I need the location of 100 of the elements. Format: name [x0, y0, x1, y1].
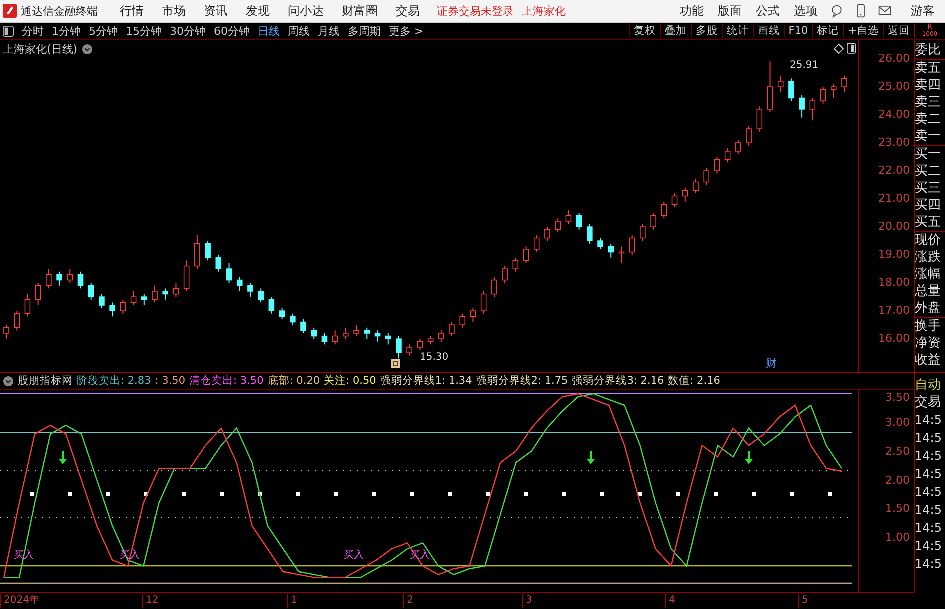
candlestick	[152, 285, 158, 304]
auto-button[interactable]: 自动	[915, 377, 945, 394]
period-tab[interactable]: 周线	[284, 24, 314, 38]
panel-icon[interactable]	[847, 43, 856, 54]
price-tick: 20.00	[878, 219, 910, 236]
candlestick	[279, 308, 286, 320]
chat-icon[interactable]	[830, 4, 844, 18]
quote-label: 委比	[915, 42, 945, 60]
period-tab[interactable]: 60分钟	[210, 24, 254, 38]
toolbar-button[interactable]: +自选	[843, 24, 883, 38]
period-tab[interactable]: 15分钟	[122, 24, 166, 38]
menu-item[interactable]: 财富圈	[333, 2, 387, 20]
candlestick	[406, 344, 412, 356]
period-tab[interactable]: 1分钟	[48, 24, 85, 38]
candlestick	[566, 210, 572, 225]
indicator-tick: 3.50	[886, 390, 910, 406]
candlestick	[820, 86, 826, 104]
login-notice[interactable]: 证券交易未登录	[437, 4, 514, 18]
price-tick: 18.00	[878, 275, 910, 292]
toolbar-button[interactable]: 复权	[628, 24, 660, 38]
period-tab[interactable]: 月线	[314, 24, 344, 38]
candlestick	[184, 260, 190, 292]
menu-item[interactable]: 市场	[153, 2, 195, 20]
candlestick	[173, 282, 180, 298]
date-label: 1	[287, 594, 298, 608]
toolbar-button[interactable]: 多股	[690, 24, 722, 38]
candlestick	[374, 330, 381, 342]
menu-item[interactable]: 公式	[749, 2, 787, 20]
candlestick	[300, 318, 306, 334]
indicator-readout: 强弱分界线3: 2.16	[572, 374, 664, 388]
indicator-name: 股朋指标网	[18, 374, 73, 388]
down-arrow-icon	[59, 452, 67, 465]
candlestick	[438, 330, 444, 342]
square-marker-icon[interactable]	[391, 359, 401, 369]
toolbar-button[interactable]: 画线	[752, 24, 784, 38]
candlestick	[512, 257, 519, 272]
menu-item[interactable]: 功能	[673, 2, 711, 20]
candlestick	[756, 106, 763, 132]
period-tab[interactable]: 更多 >	[385, 24, 428, 38]
trade-time: 14:5	[915, 430, 943, 447]
down-arrow-icon	[745, 452, 753, 465]
diamond-icon[interactable]	[834, 44, 844, 54]
phone-icon[interactable]	[854, 4, 868, 18]
mail-icon[interactable]	[878, 4, 892, 18]
candlestick	[492, 276, 498, 298]
toolbar-button[interactable]: F10	[784, 25, 812, 37]
indicator-tick: 1.00	[886, 530, 910, 546]
quote-label: 换手	[915, 318, 942, 335]
candlestick	[142, 294, 148, 306]
candlestick	[830, 84, 837, 99]
period-tab[interactable]: 多周期	[344, 24, 385, 38]
candlestick	[35, 282, 42, 306]
menu-item[interactable]: 发现	[237, 2, 279, 20]
candlestick	[322, 332, 328, 346]
indicator-readout: 清仓卖出: 3.50	[190, 374, 264, 388]
panel-toggle-icon[interactable]	[3, 26, 14, 36]
menu-item[interactable]: 版面	[711, 2, 749, 20]
candlestick	[778, 75, 784, 94]
indicator-readout: 阶段卖出: 2.83	[77, 374, 152, 388]
menu-item[interactable]: 问小达	[279, 2, 333, 20]
down-arrow-icon	[587, 452, 595, 465]
candlestick	[534, 234, 540, 253]
candlestick	[88, 282, 94, 300]
trade-time: 14:5	[915, 502, 943, 519]
candlestick	[682, 187, 688, 202]
toolbar-button[interactable]: 统计	[722, 24, 753, 38]
date-label: 12	[142, 594, 159, 608]
app-title: 通达信金融终端	[21, 4, 98, 18]
menu-item[interactable]: 选项	[787, 2, 825, 20]
indicator-tick: 2.50	[886, 444, 910, 460]
buy-signal-label: 买入	[344, 548, 364, 562]
candlestick	[810, 98, 816, 122]
candlestick	[724, 148, 731, 164]
price-tick: 23.00	[878, 135, 910, 152]
indicator-icon[interactable]	[3, 376, 14, 387]
quote-label: 卖二	[915, 111, 942, 128]
user-label[interactable]: 游客	[897, 2, 945, 20]
trade-time: 14:5	[915, 412, 943, 429]
period-tab[interactable]: 5分钟	[85, 24, 122, 38]
price-tick: 22.00	[878, 163, 910, 180]
menu-item[interactable]: 行情	[111, 2, 153, 20]
trade-time: 14:5	[915, 556, 943, 573]
price-tick: 25.00	[878, 79, 910, 96]
toolbar-button[interactable]: 叠加	[660, 24, 691, 38]
trade-time: 14:5	[915, 484, 943, 501]
toolbar-button[interactable]: 标记	[812, 24, 844, 38]
quote-label: 卖四	[915, 77, 942, 94]
candlestick	[544, 226, 550, 242]
menu-item[interactable]: 资讯	[195, 2, 237, 20]
period-tab[interactable]: 30分钟	[166, 24, 210, 38]
candlestick	[598, 238, 604, 250]
price-tick: 24.00	[878, 107, 910, 124]
event-marker[interactable]: 财	[766, 356, 777, 371]
candlestick	[67, 268, 74, 284]
period-tab[interactable]: 日线	[254, 24, 284, 38]
price-tick: 17.00	[878, 303, 910, 320]
menu-item[interactable]: 交易	[387, 2, 429, 20]
toolbar-button[interactable]: 返回	[883, 24, 914, 38]
period-tab[interactable]: 分时	[18, 24, 48, 38]
dropdown-icon[interactable]	[82, 44, 93, 55]
